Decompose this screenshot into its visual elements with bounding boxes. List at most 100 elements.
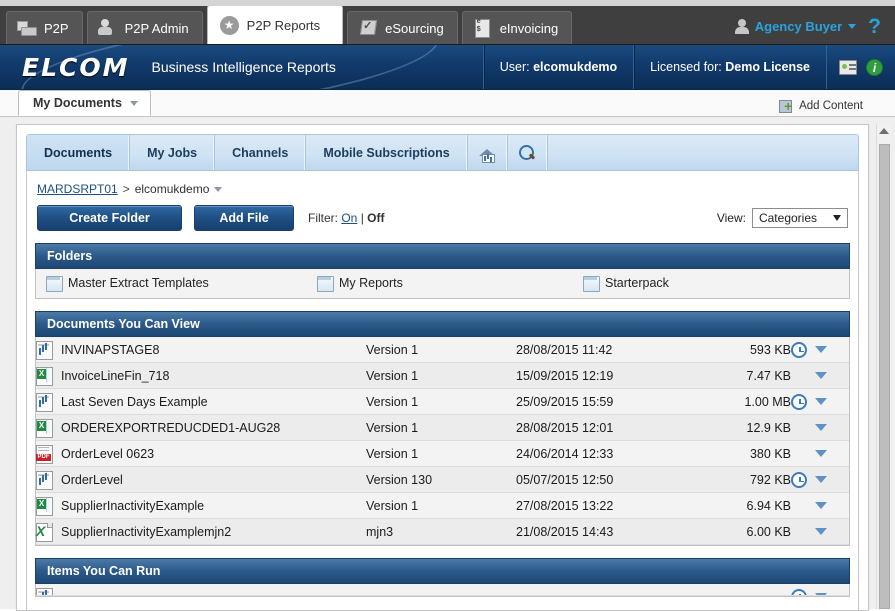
folder-item[interactable]: Master Extract Templates — [36, 276, 317, 292]
row-menu-icon[interactable] — [815, 398, 827, 405]
user-label: User: — [499, 60, 530, 74]
application-tabs: P2P P2P Admin P2P Reports eSourcing eInv… — [0, 5, 576, 44]
document-version: mjn3 — [366, 518, 516, 545]
tab-channels[interactable]: Channels — [215, 135, 307, 170]
user-menu-label: Agency Buyer — [754, 19, 843, 34]
table-row[interactable]: ORDEREXPORTREDUCDED1-AUG28 Version 1 28/… — [36, 414, 849, 441]
info-icon[interactable]: i — [866, 58, 883, 76]
folder-item[interactable]: My Reports — [316, 276, 583, 292]
excel-icon — [36, 367, 53, 386]
document-version: Version 1 — [366, 414, 516, 441]
folder-item[interactable]: Starterpack — [582, 276, 849, 292]
schedule-icon[interactable] — [791, 341, 807, 358]
app-tab-p2p-reports[interactable]: P2P Reports — [206, 5, 344, 44]
document-date: 27/08/2015 13:22 — [516, 492, 691, 519]
documents-table: INVINAPSTAGE8 Version 1 28/08/2015 11:42… — [36, 337, 849, 545]
document-name[interactable]: SupplierInactivityExample — [61, 499, 204, 513]
schedule-icon[interactable] — [791, 393, 807, 410]
document-date: 24/06/2014 12:33 — [516, 440, 691, 467]
user-value: elcomukdemo — [533, 60, 618, 74]
tab-my-documents[interactable]: My Documents — [18, 90, 151, 116]
table-row[interactable]: OrderLevel 0623 Version 1 24/06/2014 12:… — [36, 440, 849, 467]
row-menu-icon[interactable] — [815, 424, 827, 431]
run-section-partial-row[interactable] — [36, 584, 849, 596]
view-select[interactable]: Categories — [751, 208, 848, 228]
table-row[interactable]: InvoiceLineFin_718 Version 1 15/09/2015 … — [36, 362, 849, 389]
esourcing-icon — [358, 19, 377, 37]
row-menu-icon[interactable] — [815, 476, 827, 483]
document-version: Version 1 — [366, 492, 516, 519]
schedule-icon[interactable] — [791, 588, 807, 595]
add-content-icon — [779, 98, 794, 114]
chevron-down-icon[interactable] — [129, 100, 138, 106]
tab-my-jobs[interactable]: My Jobs — [130, 135, 216, 170]
run-item-date — [516, 584, 691, 595]
document-name[interactable]: OrderLevel 0623 — [61, 447, 154, 461]
document-name[interactable]: OrderLevel — [61, 473, 123, 487]
table-row[interactable]: Last Seven Days Example Version 1 25/09/… — [36, 388, 849, 415]
home-button[interactable] — [468, 135, 508, 170]
document-size: 12.9 KB — [691, 414, 791, 441]
folder-label: Master Extract Templates — [68, 276, 209, 290]
app-tab-p2p-admin[interactable]: P2P Admin — [86, 11, 203, 44]
brand-bar-icons: i — [826, 45, 895, 89]
breadcrumb-root-link[interactable]: MARDSRPT01 — [37, 182, 118, 196]
table-row[interactable]: OrderLevel Version 130 05/07/2015 12:50 … — [36, 466, 849, 493]
excel-icon — [36, 419, 53, 438]
home-icon — [478, 145, 496, 163]
run-section-header: Items You Can Run — [35, 558, 850, 584]
table-row[interactable] — [36, 584, 849, 595]
filter-control: Filter: On | Off — [308, 211, 385, 225]
elcom-logo: ELCOM — [22, 52, 130, 82]
document-date: 25/09/2015 15:59 — [516, 388, 691, 415]
scroll-up-icon[interactable] — [879, 128, 889, 134]
row-menu-icon[interactable] — [815, 346, 827, 353]
document-name[interactable]: SupplierInactivityExamplemjn2 — [61, 525, 231, 539]
document-version: Version 1 — [366, 362, 516, 389]
pdf-icon — [36, 445, 53, 464]
search-button[interactable] — [508, 135, 548, 170]
scrollbar-thumb[interactable] — [879, 144, 890, 609]
document-name[interactable]: INVINAPSTAGE8 — [61, 343, 159, 357]
create-folder-button[interactable]: Create Folder — [37, 205, 182, 231]
table-row[interactable]: INVINAPSTAGE8 Version 1 28/08/2015 11:42… — [36, 337, 849, 363]
add-content-button[interactable]: Add Content — [773, 97, 869, 115]
user-menu[interactable]: Agency Buyer — [734, 19, 857, 34]
brand-bar: ELCOM Business Intelligence Reports User… — [0, 45, 895, 90]
document-name[interactable]: Last Seven Days Example — [61, 395, 208, 409]
folder-label: Starterpack — [604, 276, 669, 290]
tab-my-jobs-label: My Jobs — [147, 145, 198, 160]
tab-documents[interactable]: Documents — [27, 135, 131, 170]
document-size: 7.47 KB — [691, 362, 791, 389]
help-button[interactable]: ? — [868, 16, 881, 37]
document-name[interactable]: InvoiceLineFin_718 — [61, 369, 169, 383]
app-tab-esourcing[interactable]: eSourcing — [347, 11, 458, 44]
row-menu-icon[interactable] — [815, 528, 827, 535]
table-row[interactable]: SupplierInactivityExamplemjn2 mjn3 21/08… — [36, 518, 849, 545]
run-item-version — [366, 584, 516, 595]
row-menu-icon[interactable] — [815, 502, 827, 509]
row-menu-icon[interactable] — [815, 450, 827, 457]
user-avatar-icon — [734, 19, 749, 34]
tab-mobile-subscriptions[interactable]: Mobile Subscriptions — [306, 135, 468, 170]
folder-icon — [582, 276, 600, 292]
add-file-button[interactable]: Add File — [194, 205, 294, 231]
report-icon — [36, 471, 53, 490]
filter-off-link[interactable]: Off — [367, 211, 384, 225]
filter-on-link[interactable]: On — [341, 211, 357, 225]
row-menu-icon[interactable] — [815, 372, 827, 379]
document-name[interactable]: ORDEREXPORTREDUCDED1-AUG28 — [61, 421, 280, 435]
table-row[interactable]: SupplierInactivityExample Version 1 27/0… — [36, 492, 849, 519]
app-tab-einvoicing[interactable]: eInvoicing — [461, 11, 573, 44]
row-menu-icon[interactable] — [815, 593, 827, 595]
chevron-down-icon[interactable] — [214, 186, 223, 192]
schedule-icon[interactable] — [791, 471, 807, 488]
id-card-icon[interactable] — [839, 59, 857, 75]
report-icon — [36, 341, 53, 360]
app-tab-label: eSourcing — [385, 20, 444, 36]
document-version: Version 1 — [366, 440, 516, 467]
add-content-label: Add Content — [799, 100, 863, 112]
module-tabs: Documents My Jobs Channels Mobile Subscr… — [26, 134, 859, 171]
app-tab-p2p[interactable]: P2P — [6, 11, 83, 44]
vertical-scrollbar[interactable] — [876, 124, 891, 609]
